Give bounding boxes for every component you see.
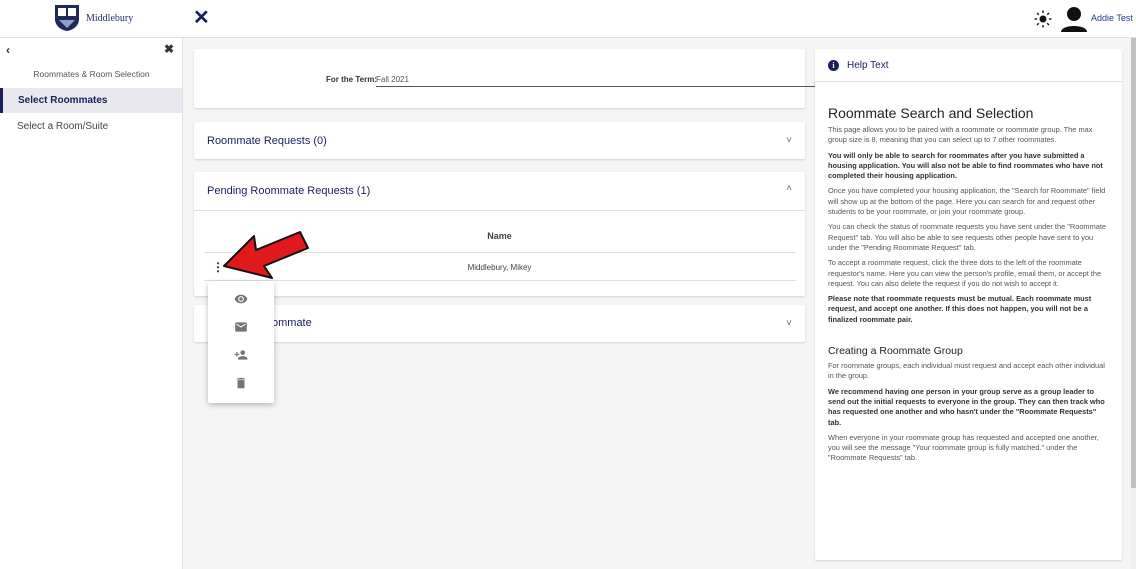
roommate-requests-title: Roommate Requests (0) xyxy=(207,135,327,147)
accept-request-menu-item[interactable] xyxy=(208,341,274,369)
middlebury-logo[interactable]: Middlebury xyxy=(54,4,133,32)
chevron-left-icon[interactable]: ‹ xyxy=(6,43,10,57)
help-heading: Roommate Search and Selection xyxy=(828,105,1034,121)
help-paragraph: Once you have completed your housing app… xyxy=(828,186,1106,217)
red-arrow-icon xyxy=(223,231,309,279)
pending-requests-title[interactable]: Pending Roommate Requests (1) xyxy=(207,185,370,197)
chevron-up-icon[interactable]: ˄ xyxy=(786,183,792,194)
term-value: Fall 2021 xyxy=(376,75,409,84)
divider xyxy=(194,210,805,211)
sidebar-item-select-roommates[interactable]: Select Roommates xyxy=(0,88,182,113)
help-header-title: Help Text xyxy=(847,60,889,71)
search-roommate-panel[interactable]: ommate ˅ xyxy=(194,305,805,342)
shield-logo-icon xyxy=(55,5,79,31)
eye-icon xyxy=(234,294,248,304)
help-header: i Help Text xyxy=(815,49,1122,82)
help-paragraph: We recommend having one person in your g… xyxy=(828,386,1105,427)
scrollbar[interactable] xyxy=(1131,38,1136,569)
help-paragraph: When everyone in your roommate group has… xyxy=(828,432,1099,463)
help-panel: i Help Text Roommate Search and Selectio… xyxy=(815,49,1122,560)
row-action-menu xyxy=(208,281,274,403)
close-icon[interactable]: ✕ xyxy=(193,7,215,29)
sidebar: ‹ ✖ Roommates & Room Selection Select Ro… xyxy=(0,38,183,569)
sidebar-title: Roommates & Room Selection xyxy=(33,69,150,79)
help-paragraph: You will only be able to search for room… xyxy=(828,150,1103,181)
scrollbar-thumb[interactable] xyxy=(1131,38,1136,488)
sun-icon[interactable] xyxy=(1034,10,1052,28)
sidebar-close-icon[interactable]: ✖ xyxy=(164,42,174,56)
term-card: For the Term: Fall 2021 xyxy=(194,49,869,108)
help-paragraph: This page allows you to be paired with a… xyxy=(828,125,1093,145)
email-menu-item[interactable] xyxy=(208,313,274,341)
user-avatar-icon[interactable] xyxy=(1060,5,1088,33)
chevron-down-icon[interactable]: ˅ xyxy=(786,135,792,146)
delete-request-menu-item[interactable] xyxy=(208,369,274,397)
top-bar: Middlebury ✕ Addie Test xyxy=(0,0,1136,38)
help-paragraph: To accept a roommate request, click the … xyxy=(828,258,1102,288)
user-name[interactable]: Addie Test xyxy=(1091,13,1133,23)
search-roommate-title: ommate xyxy=(272,317,312,329)
email-icon xyxy=(235,322,247,332)
help-paragraph: For roommate groups, each individual mus… xyxy=(828,361,1105,381)
help-subheading: Creating a Roommate Group xyxy=(828,345,963,358)
term-label: For the Term: xyxy=(326,75,377,84)
help-body: Roommate Search and Selection This page … xyxy=(828,105,1110,469)
chevron-down-icon[interactable]: ˅ xyxy=(786,318,792,329)
trash-icon xyxy=(236,377,246,389)
roommate-requests-panel[interactable]: Roommate Requests (0) ˅ xyxy=(194,122,805,159)
help-paragraph: You can check the status of roommate req… xyxy=(828,222,1107,252)
sidebar-item-select-room[interactable]: Select a Room/Suite xyxy=(0,114,182,139)
person-add-icon xyxy=(234,350,248,360)
term-select[interactable]: Fall 2021 xyxy=(376,71,869,87)
brand-name: Middlebury xyxy=(86,12,134,24)
info-icon: i xyxy=(828,60,839,71)
help-paragraph: Please note that roommate requests must … xyxy=(828,294,1092,324)
